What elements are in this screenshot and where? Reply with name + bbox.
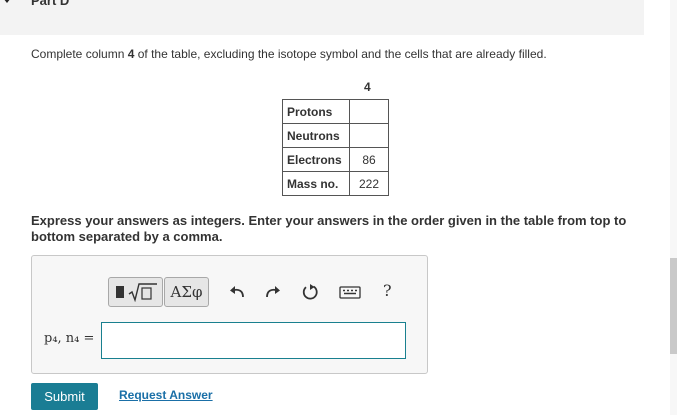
request-answer-link[interactable]: Request Answer — [119, 388, 213, 402]
part-title: Part D — [31, 0, 70, 8]
submit-button[interactable]: Submit — [31, 383, 98, 410]
templates-icon — [116, 286, 124, 298]
row-value-electrons: 86 — [349, 147, 389, 172]
table-row: Neutrons — [282, 123, 389, 148]
sqrt-template-icon — [128, 283, 157, 302]
instruction-text: Complete column 4 of the table, excludin… — [31, 47, 547, 61]
scrollbar-thumb[interactable] — [670, 258, 677, 354]
keyboard-icon[interactable] — [339, 283, 361, 301]
instruction-suffix: of the table, excluding the isotope symb… — [134, 47, 547, 61]
row-label-mass-number: Mass no. — [282, 171, 350, 196]
reset-icon[interactable] — [301, 283, 319, 301]
row-label-protons: Protons — [282, 99, 350, 124]
answer-input[interactable] — [101, 322, 406, 359]
isotope-table: Protons Neutrons Electrons 86 Mass no. 2… — [282, 99, 389, 196]
table-row: Protons — [282, 99, 389, 124]
instruction-prefix: Complete column — [31, 47, 128, 61]
undo-icon[interactable] — [228, 283, 246, 301]
help-icon[interactable]: ? — [383, 281, 392, 300]
collapse-caret-icon[interactable] — [3, 0, 11, 3]
row-value-mass-number: 222 — [349, 171, 389, 196]
column-header: 4 — [364, 80, 371, 94]
answer-variable-label: p₄, n₄ = — [44, 331, 95, 346]
answer-prompt: Express your answers as integers. Enter … — [31, 213, 627, 244]
row-value-protons — [349, 99, 389, 124]
templates-button[interactable] — [108, 277, 163, 307]
table-row: Mass no. 222 — [282, 171, 389, 196]
greek-symbols-button[interactable]: ΑΣφ — [164, 277, 209, 307]
table-row: Electrons 86 — [282, 147, 389, 172]
row-label-neutrons: Neutrons — [282, 123, 350, 148]
row-value-neutrons — [349, 123, 389, 148]
redo-icon[interactable] — [264, 283, 282, 301]
row-label-electrons: Electrons — [282, 147, 350, 172]
part-header[interactable] — [0, 0, 644, 35]
